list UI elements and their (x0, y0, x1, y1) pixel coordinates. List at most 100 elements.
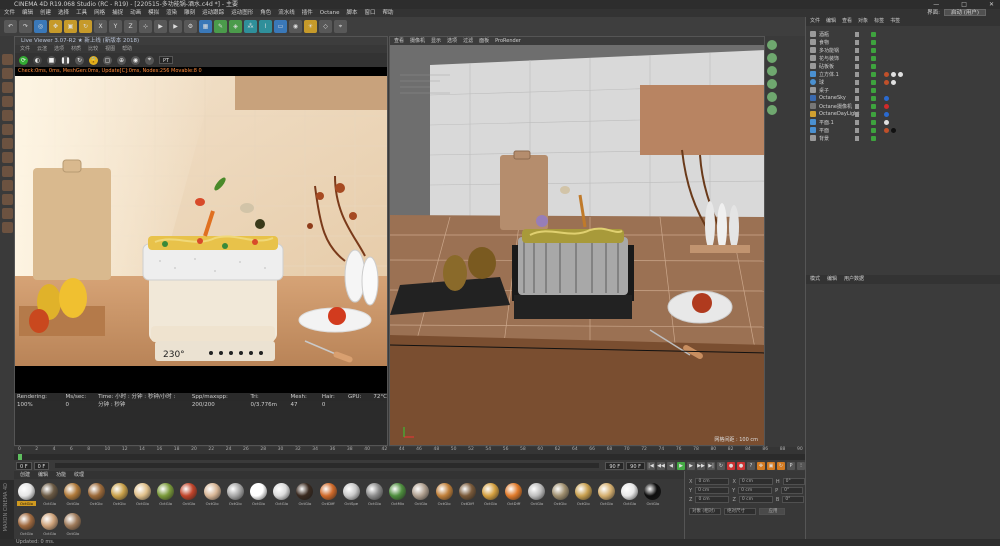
snap-settings-icon[interactable] (1, 180, 13, 191)
material-preview-icon[interactable] (528, 483, 546, 500)
position-x-field[interactable]: 0 cm (695, 478, 730, 485)
menu-edit[interactable]: 编辑 (22, 9, 33, 17)
enabled-check-icon[interactable] (871, 79, 876, 85)
material-preview-icon[interactable] (18, 513, 35, 530)
material-tag-icon[interactable] (884, 71, 889, 77)
material-preview-icon[interactable] (412, 483, 430, 500)
visibility-icon[interactable] (855, 55, 859, 61)
material-preview-icon[interactable] (505, 483, 523, 500)
object-row[interactable]: 背景 (806, 134, 1000, 142)
vp-menu-display[interactable]: 显示 (431, 37, 441, 45)
visibility-icon[interactable] (855, 95, 859, 101)
enabled-check-icon[interactable] (871, 71, 876, 77)
vp-menu-filter[interactable]: 过滤 (463, 37, 473, 45)
close-button[interactable]: ✕ (989, 0, 994, 9)
menu-create[interactable]: 创建 (40, 9, 51, 17)
object-row[interactable]: 球 (806, 78, 1000, 86)
menu-character[interactable]: 角色 (260, 9, 271, 17)
enabled-check-icon[interactable] (871, 47, 876, 53)
workplane-mode-icon[interactable] (1, 82, 13, 93)
lock-icon[interactable] (1, 208, 13, 219)
visibility-icon[interactable] (855, 127, 859, 133)
zoom-icon[interactable] (767, 53, 777, 63)
workplane-icon[interactable]: ◇ (319, 20, 332, 33)
y-axis-icon[interactable]: Y (109, 20, 122, 33)
object-row[interactable]: 酒瓶 (806, 30, 1000, 38)
play-icon[interactable]: ▶ (677, 461, 685, 470)
rotation-p-field[interactable]: 0° (781, 487, 804, 494)
attr-tab-mode[interactable]: 模式 (810, 275, 820, 284)
current-frame-field[interactable]: 0 F (16, 461, 32, 470)
enabled-check-icon[interactable] (871, 39, 876, 45)
menu-mesh[interactable]: 网格 (94, 9, 105, 17)
om-tab-view[interactable]: 查看 (842, 17, 852, 26)
scale-icon[interactable]: ▣ (64, 20, 77, 33)
material-preview-icon[interactable] (110, 483, 128, 500)
material-preview-icon[interactable] (435, 483, 453, 500)
vp-menu-prorender[interactable]: ProRender (495, 37, 521, 45)
om-tab-bookmarks[interactable]: 书签 (890, 17, 900, 26)
material-preview-icon[interactable] (342, 483, 360, 500)
texture-mode-icon[interactable] (1, 68, 13, 79)
visibility-icon[interactable] (855, 111, 859, 117)
visibility-icon[interactable] (855, 63, 859, 69)
stop-icon[interactable]: ■ (47, 55, 56, 65)
enabled-check-icon[interactable] (871, 87, 876, 93)
minimize-button[interactable]: — (933, 0, 939, 9)
menu-script[interactable]: 脚本 (347, 9, 358, 17)
lv-menu-cloud[interactable]: 云渲 (37, 45, 47, 53)
position-key-icon[interactable]: ✥ (757, 461, 765, 470)
array-icon[interactable]: ⁂ (244, 20, 257, 33)
deformer-icon[interactable]: ⌇ (259, 20, 272, 33)
material-preview-icon[interactable] (621, 483, 639, 500)
material-preview-icon[interactable] (273, 483, 291, 500)
om-tab-file[interactable]: 文件 (810, 17, 820, 26)
material-preview-icon[interactable] (574, 483, 592, 500)
menu-octane[interactable]: Octane (320, 9, 340, 17)
prev-frame-icon[interactable]: ◀ (667, 461, 675, 470)
object-row[interactable]: 花与装饰 (806, 54, 1000, 62)
visibility-icon[interactable] (855, 103, 859, 109)
object-row[interactable]: Octane摄像机 (806, 102, 1000, 110)
material-preview-icon[interactable] (389, 483, 407, 500)
texture-tag-icon[interactable] (891, 71, 896, 77)
restart-icon[interactable]: ◐ (33, 55, 42, 65)
axis-mode-icon[interactable] (1, 138, 13, 149)
region-render-icon[interactable]: ▢ (103, 55, 112, 65)
pan-icon[interactable] (767, 66, 777, 76)
texture-tag-icon[interactable] (898, 71, 903, 77)
lv-menu-compare[interactable]: 比较 (88, 45, 98, 53)
material-tag-icon[interactable] (884, 79, 889, 85)
render-settings-icon[interactable]: ⚙ (184, 20, 197, 33)
material-preview-icon[interactable] (644, 483, 662, 500)
vp-menu-options[interactable]: 选项 (447, 37, 457, 45)
mat-tab-texture[interactable]: 纹理 (74, 471, 84, 479)
material-preview-icon[interactable] (458, 483, 476, 500)
pause-icon[interactable]: ❚❚ (60, 55, 71, 65)
material-preview-icon[interactable] (64, 483, 82, 500)
object-pick-icon[interactable]: ⌖ (145, 55, 154, 65)
vp-menu-cameras[interactable]: 摄像机 (410, 37, 425, 45)
environment-tag-icon[interactable] (884, 95, 889, 101)
menu-tools[interactable]: 工具 (76, 9, 87, 17)
visibility-icon[interactable] (855, 47, 859, 53)
object-row[interactable]: 平面.1 (806, 118, 1000, 126)
rotate-view-icon[interactable] (767, 79, 777, 89)
enabled-check-icon[interactable] (871, 103, 876, 109)
visibility-icon[interactable] (855, 135, 859, 141)
enabled-check-icon[interactable] (871, 119, 876, 125)
rotation-key-icon[interactable]: ↻ (777, 461, 785, 470)
model-mode-icon[interactable] (1, 54, 13, 65)
lv-menu-options[interactable]: 选项 (54, 45, 64, 53)
enabled-check-icon[interactable] (871, 95, 876, 101)
floor-icon[interactable]: ▭ (274, 20, 287, 33)
grid-icon[interactable] (1, 194, 13, 205)
enabled-check-icon[interactable] (871, 135, 876, 141)
prev-key-icon[interactable]: ◀◀ (657, 461, 665, 470)
cube-icon[interactable]: ▦ (199, 20, 212, 33)
next-key-icon[interactable]: ▶▶ (697, 461, 705, 470)
object-row[interactable]: 多功能锅 (806, 46, 1000, 54)
attr-tab-edit[interactable]: 编辑 (827, 275, 837, 284)
menu-file[interactable]: 文件 (4, 9, 15, 17)
visibility-icon[interactable] (855, 79, 859, 85)
